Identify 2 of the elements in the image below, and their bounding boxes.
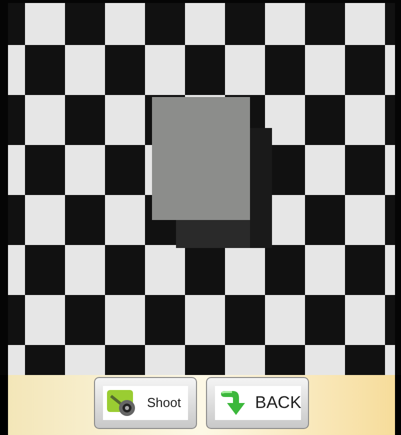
back-button[interactable]: BACK bbox=[206, 377, 309, 429]
shoot-button[interactable]: Shoot bbox=[94, 377, 197, 429]
